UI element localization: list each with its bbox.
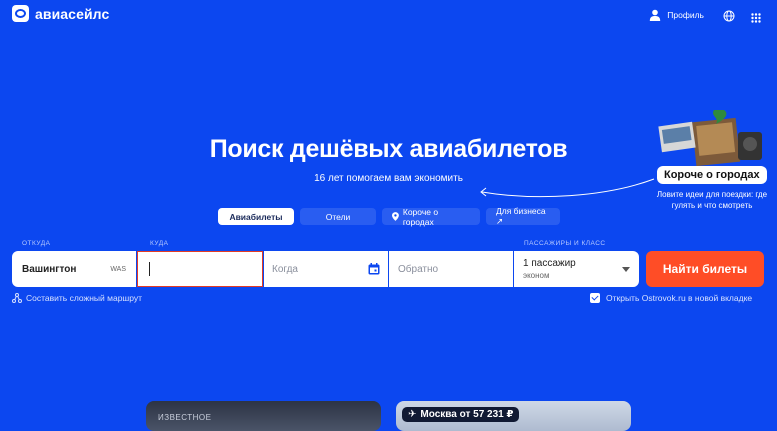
destination-card-label: ИЗВЕСТНОЕ [158, 413, 212, 422]
promo-text: Ловите идеи для поездки: где гулять и чт… [656, 190, 768, 210]
to-label: КУДА [150, 240, 169, 247]
airplane-icon: ✈ [408, 409, 417, 420]
services-menu-button[interactable] [751, 10, 761, 28]
price-badge: ✈ Москва от 57 231 ₽ [402, 407, 520, 422]
departure-date-placeholder: Когда [272, 263, 298, 275]
user-icon [650, 9, 661, 21]
logo-icon [12, 5, 29, 22]
calendar-icon[interactable] [368, 263, 380, 275]
search-button[interactable]: Найти билеты [646, 251, 764, 287]
logo-text: авиасейлс [35, 5, 110, 22]
departure-date-field[interactable]: Когда [264, 251, 388, 287]
passenger-count: 1 пассажир [523, 257, 576, 269]
profile-button[interactable]: Профиль [649, 9, 704, 21]
profile-label: Профиль [667, 10, 704, 20]
destination-card[interactable]: ИЗВЕСТНОЕ [146, 401, 381, 431]
cabin-class: эконом [523, 270, 550, 280]
language-button[interactable] [723, 9, 735, 27]
complex-route-label: Составить сложный маршрут [26, 293, 143, 303]
complex-route-link[interactable]: Составить сложный маршрут [12, 293, 142, 303]
return-date-field[interactable]: Обратно [389, 251, 513, 287]
passengers-select[interactable]: 1 пассажир эконом [514, 251, 639, 287]
origin-code: WAS [110, 265, 126, 273]
location-pin-icon [392, 212, 399, 221]
passengers-label: ПАССАЖИРЫ И КЛАСС [524, 240, 606, 247]
cities-collage-image[interactable] [654, 110, 766, 170]
destination-input[interactable] [137, 251, 263, 287]
promo-badge[interactable]: Короче о городах [657, 166, 767, 184]
tab-city-guides[interactable]: Короче о городах [382, 206, 480, 227]
price-badge-label: Москва от 57 231 ₽ [420, 409, 514, 420]
from-label: ОТКУДА [22, 240, 51, 247]
ostrovok-label: Открыть Ostrovok.ru в новой вкладке [606, 293, 753, 303]
text-cursor [149, 262, 150, 276]
promo-arrow [480, 178, 655, 198]
origin-field[interactable]: Вашингтон WAS [12, 251, 136, 287]
ostrovok-checkbox[interactable] [590, 293, 600, 303]
grid-icon [751, 13, 761, 23]
globe-icon [723, 10, 735, 22]
price-card[interactable]: ✈ Москва от 57 231 ₽ [396, 401, 631, 431]
search-tabs: Авиабилеты Отели Короче о городах Для би… [218, 206, 560, 227]
tab-business[interactable]: Для бизнеса ↗ [486, 206, 560, 226]
route-icon [12, 293, 22, 303]
origin-city: Вашингтон [22, 263, 77, 275]
tab-hotels[interactable]: Отели [300, 208, 376, 225]
tab-flights[interactable]: Авиабилеты [218, 208, 294, 225]
logo[interactable]: авиасейлс [12, 5, 109, 22]
ostrovok-option[interactable]: Открыть Ostrovok.ru в новой вкладке [590, 293, 752, 303]
return-date-placeholder: Обратно [398, 263, 439, 275]
chevron-down-icon [622, 266, 630, 272]
tab-city-guides-label: Короче о городах [402, 206, 439, 227]
